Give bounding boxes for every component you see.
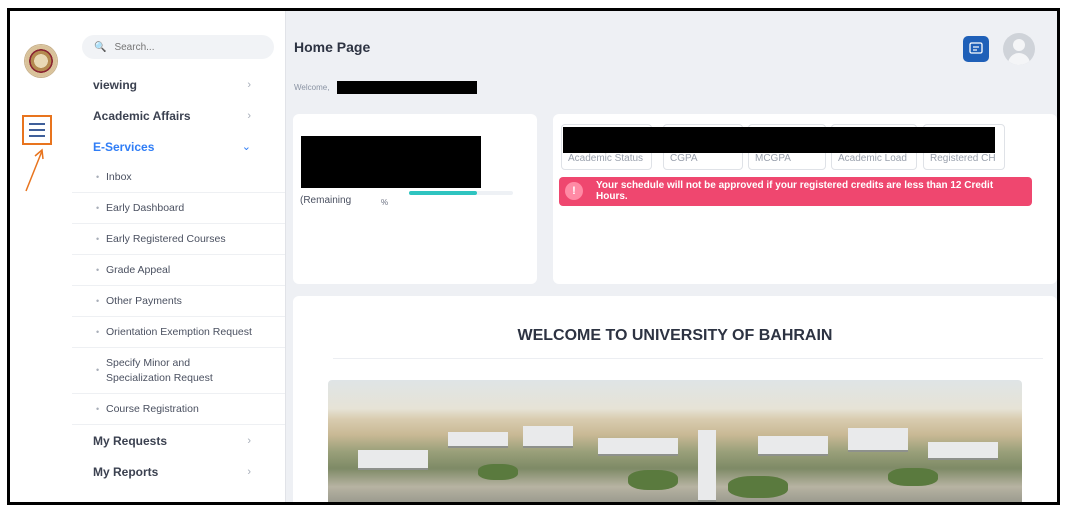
chevron-down-icon: ⌄ bbox=[241, 141, 251, 153]
status-card: Academic Status CGPA MCGPA Academic Load… bbox=[553, 114, 1057, 284]
sidebar-subitem-label: Specify Minor and Specialization Request bbox=[106, 356, 213, 384]
sidebar-subitem-label: Orientation Exemption Request bbox=[106, 326, 252, 338]
bullet-icon: • bbox=[96, 365, 100, 375]
app-window: 🔍 viewing › Academic Affairs › E-Service… bbox=[7, 8, 1060, 505]
sidebar-item-my-requests[interactable]: My Requests › bbox=[72, 425, 285, 456]
sidebar-nav: viewing › Academic Affairs › E-Services … bbox=[72, 69, 285, 487]
campus-building bbox=[758, 436, 828, 456]
campus-building bbox=[358, 450, 428, 470]
welcome-text: Welcome, bbox=[294, 83, 330, 92]
sidebar-subitem-specify-minor[interactable]: • Specify Minor and Specialization Reque… bbox=[72, 348, 285, 394]
campus-photo bbox=[328, 380, 1022, 502]
campus-tower bbox=[698, 430, 716, 502]
sidebar-item-label: My Requests bbox=[93, 433, 168, 448]
chevron-right-icon: › bbox=[247, 434, 251, 447]
hamburger-line bbox=[29, 123, 45, 125]
chevron-right-icon: › bbox=[247, 465, 251, 478]
alert-message: Your schedule will not be approved if yo… bbox=[596, 180, 994, 202]
campus-trees bbox=[478, 464, 518, 480]
campus-trees bbox=[628, 470, 678, 490]
sidebar-item-e-services[interactable]: E-Services ⌄ bbox=[72, 131, 285, 162]
credit-progress-fill bbox=[409, 191, 477, 195]
hamburger-line bbox=[29, 129, 45, 131]
academic-load-label: Academic Load bbox=[838, 153, 907, 164]
sidebar-subitem-course-registration[interactable]: • Course Registration bbox=[72, 394, 285, 425]
welcome-heading: WELCOME TO UNIVERSITY OF BAHRAIN bbox=[517, 327, 833, 344]
remaining-label: (Remaining bbox=[300, 195, 352, 206]
avatar-head bbox=[1013, 39, 1025, 51]
campus-building bbox=[448, 432, 508, 448]
academic-status-label: Academic Status bbox=[568, 153, 644, 164]
credit-warning-alert: ! Your schedule will not be approved if … bbox=[559, 177, 1032, 206]
sidebar-item-academic-affairs[interactable]: Academic Affairs › bbox=[72, 100, 285, 131]
sidebar-subitem-label: Inbox bbox=[106, 171, 132, 183]
bullet-icon: • bbox=[96, 327, 100, 337]
chevron-right-icon: › bbox=[247, 109, 251, 122]
redacted-stats-values bbox=[563, 127, 995, 153]
chevron-right-icon: › bbox=[247, 78, 251, 91]
hamburger-menu-button[interactable] bbox=[22, 115, 52, 145]
bullet-icon: • bbox=[96, 404, 100, 414]
sidebar-subitem-label: Early Registered Courses bbox=[106, 233, 226, 245]
bullet-icon: • bbox=[96, 172, 100, 182]
sidebar-subitem-label: Early Dashboard bbox=[106, 202, 185, 214]
campus-building bbox=[848, 428, 908, 452]
percent-symbol: % bbox=[381, 198, 389, 207]
avatar-body bbox=[1008, 53, 1030, 65]
sidebar-subitem-label: Course Registration bbox=[106, 403, 199, 415]
campus-building bbox=[928, 442, 998, 460]
chat-icon bbox=[969, 42, 983, 54]
main-content: Home Page Welcome, (Remaining % Academic… bbox=[286, 11, 1057, 502]
mcgpa-label: MCGPA bbox=[755, 153, 791, 164]
sidebar-item-label: My Reports bbox=[93, 464, 159, 479]
annotation-arrow-icon bbox=[25, 148, 44, 192]
sidebar-subitem-inbox[interactable]: • Inbox bbox=[72, 162, 285, 193]
divider bbox=[333, 358, 1043, 359]
bullet-icon: • bbox=[96, 265, 100, 275]
sidebar-item-label: viewing bbox=[93, 77, 138, 92]
alert-icon: ! bbox=[565, 182, 583, 200]
sidebar: 🔍 viewing › Academic Affairs › E-Service… bbox=[72, 11, 286, 502]
sidebar-subitem-label: Other Payments bbox=[106, 295, 182, 307]
sidebar-subitem-other-payments[interactable]: • Other Payments bbox=[72, 286, 285, 317]
credit-progress-bar bbox=[409, 191, 513, 195]
search-icon: 🔍 bbox=[94, 41, 107, 53]
icon-rail bbox=[10, 11, 73, 502]
chat-button[interactable] bbox=[963, 36, 989, 62]
campus-building bbox=[523, 426, 573, 448]
welcome-card: WELCOME TO UNIVERSITY OF BAHRAIN bbox=[293, 296, 1057, 502]
cgpa-label: CGPA bbox=[670, 153, 698, 164]
campus-trees bbox=[888, 468, 938, 486]
sidebar-item-label: E-Services bbox=[93, 139, 155, 154]
hamburger-line bbox=[29, 135, 45, 137]
sidebar-item-viewing[interactable]: viewing › bbox=[72, 69, 285, 100]
search-box[interactable]: 🔍 bbox=[82, 35, 274, 59]
bullet-icon: • bbox=[96, 234, 100, 244]
page-title: Home Page bbox=[294, 39, 371, 55]
user-avatar-icon[interactable] bbox=[1003, 33, 1035, 65]
sidebar-subitem-early-registered-courses[interactable]: • Early Registered Courses bbox=[72, 224, 285, 255]
sidebar-subitem-orientation-exemption-request[interactable]: • Orientation Exemption Request bbox=[72, 317, 285, 348]
sidebar-subitem-label: Grade Appeal bbox=[106, 264, 171, 276]
sidebar-subitem-early-dashboard[interactable]: • Early Dashboard bbox=[72, 193, 285, 224]
redacted-progress-info bbox=[301, 136, 481, 188]
sidebar-item-label: Academic Affairs bbox=[93, 108, 191, 123]
registered-ch-label: Registered CH bbox=[930, 153, 996, 164]
redacted-username bbox=[337, 81, 477, 94]
campus-building bbox=[598, 438, 678, 456]
university-logo-icon[interactable] bbox=[25, 45, 57, 77]
campus-trees bbox=[728, 476, 788, 498]
sidebar-item-my-reports[interactable]: My Reports › bbox=[72, 456, 285, 487]
bullet-icon: • bbox=[96, 296, 100, 306]
sidebar-subitem-grade-appeal[interactable]: • Grade Appeal bbox=[72, 255, 285, 286]
bullet-icon: • bbox=[96, 203, 100, 213]
search-input[interactable] bbox=[112, 40, 257, 54]
progress-card: (Remaining % bbox=[293, 114, 537, 284]
